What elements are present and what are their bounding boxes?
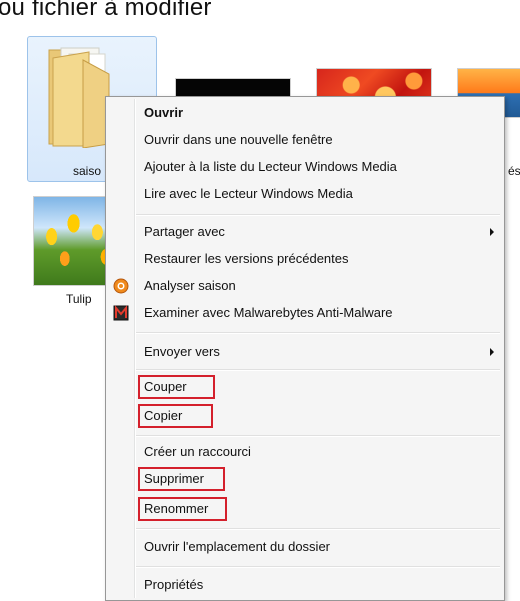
menu-item-cut[interactable]: Couper bbox=[144, 379, 187, 395]
menu-item-play-wmp[interactable]: Lire avec le Lecteur Windows Media bbox=[144, 186, 353, 202]
malwarebytes-icon bbox=[113, 305, 129, 321]
menu-separator bbox=[136, 214, 500, 216]
menu-separator bbox=[136, 528, 500, 530]
menu-item-add-to-wmp-list[interactable]: Ajouter à la liste du Lecteur Windows Me… bbox=[144, 159, 397, 175]
antivirus-icon bbox=[113, 278, 129, 294]
folder-label: saiso bbox=[73, 164, 102, 178]
menu-item-delete[interactable]: Supprimer bbox=[144, 471, 204, 487]
menu-separator bbox=[136, 369, 500, 371]
menu-item-send-to[interactable]: Envoyer vers bbox=[144, 344, 220, 360]
context-menu: Ouvrir Ouvrir dans une nouvelle fenêtre … bbox=[105, 96, 505, 601]
item-label: és bbox=[508, 164, 520, 178]
menu-item-copy[interactable]: Copier bbox=[144, 408, 182, 424]
menu-item-share-with[interactable]: Partager avec bbox=[144, 224, 225, 240]
menu-item-open-folder-location[interactable]: Ouvrir l'emplacement du dossier bbox=[144, 539, 330, 555]
menu-item-rename[interactable]: Renommer bbox=[144, 501, 208, 517]
menu-separator bbox=[136, 435, 500, 437]
menu-separator bbox=[136, 332, 500, 334]
menu-item-open-new-window[interactable]: Ouvrir dans une nouvelle fenêtre bbox=[144, 132, 333, 148]
page: ou fichier à modifier saiso és Tulip Ouv… bbox=[0, 0, 520, 601]
instruction-heading: ou fichier à modifier bbox=[0, 0, 212, 21]
menu-item-properties[interactable]: Propriétés bbox=[144, 577, 203, 593]
tulips-label: Tulip bbox=[66, 292, 92, 306]
menu-item-scan[interactable]: Analyser saison bbox=[144, 278, 236, 294]
menu-item-restore-versions[interactable]: Restaurer les versions précédentes bbox=[144, 251, 349, 267]
menu-item-malwarebytes[interactable]: Examiner avec Malwarebytes Anti-Malware bbox=[144, 305, 393, 321]
menu-item-create-shortcut[interactable]: Créer un raccourci bbox=[144, 444, 251, 460]
menu-separator bbox=[136, 566, 500, 568]
menu-item-open[interactable]: Ouvrir bbox=[144, 105, 183, 121]
folder-icon bbox=[48, 47, 110, 148]
submenu-arrow-icon bbox=[490, 348, 494, 356]
submenu-arrow-icon bbox=[490, 228, 494, 236]
